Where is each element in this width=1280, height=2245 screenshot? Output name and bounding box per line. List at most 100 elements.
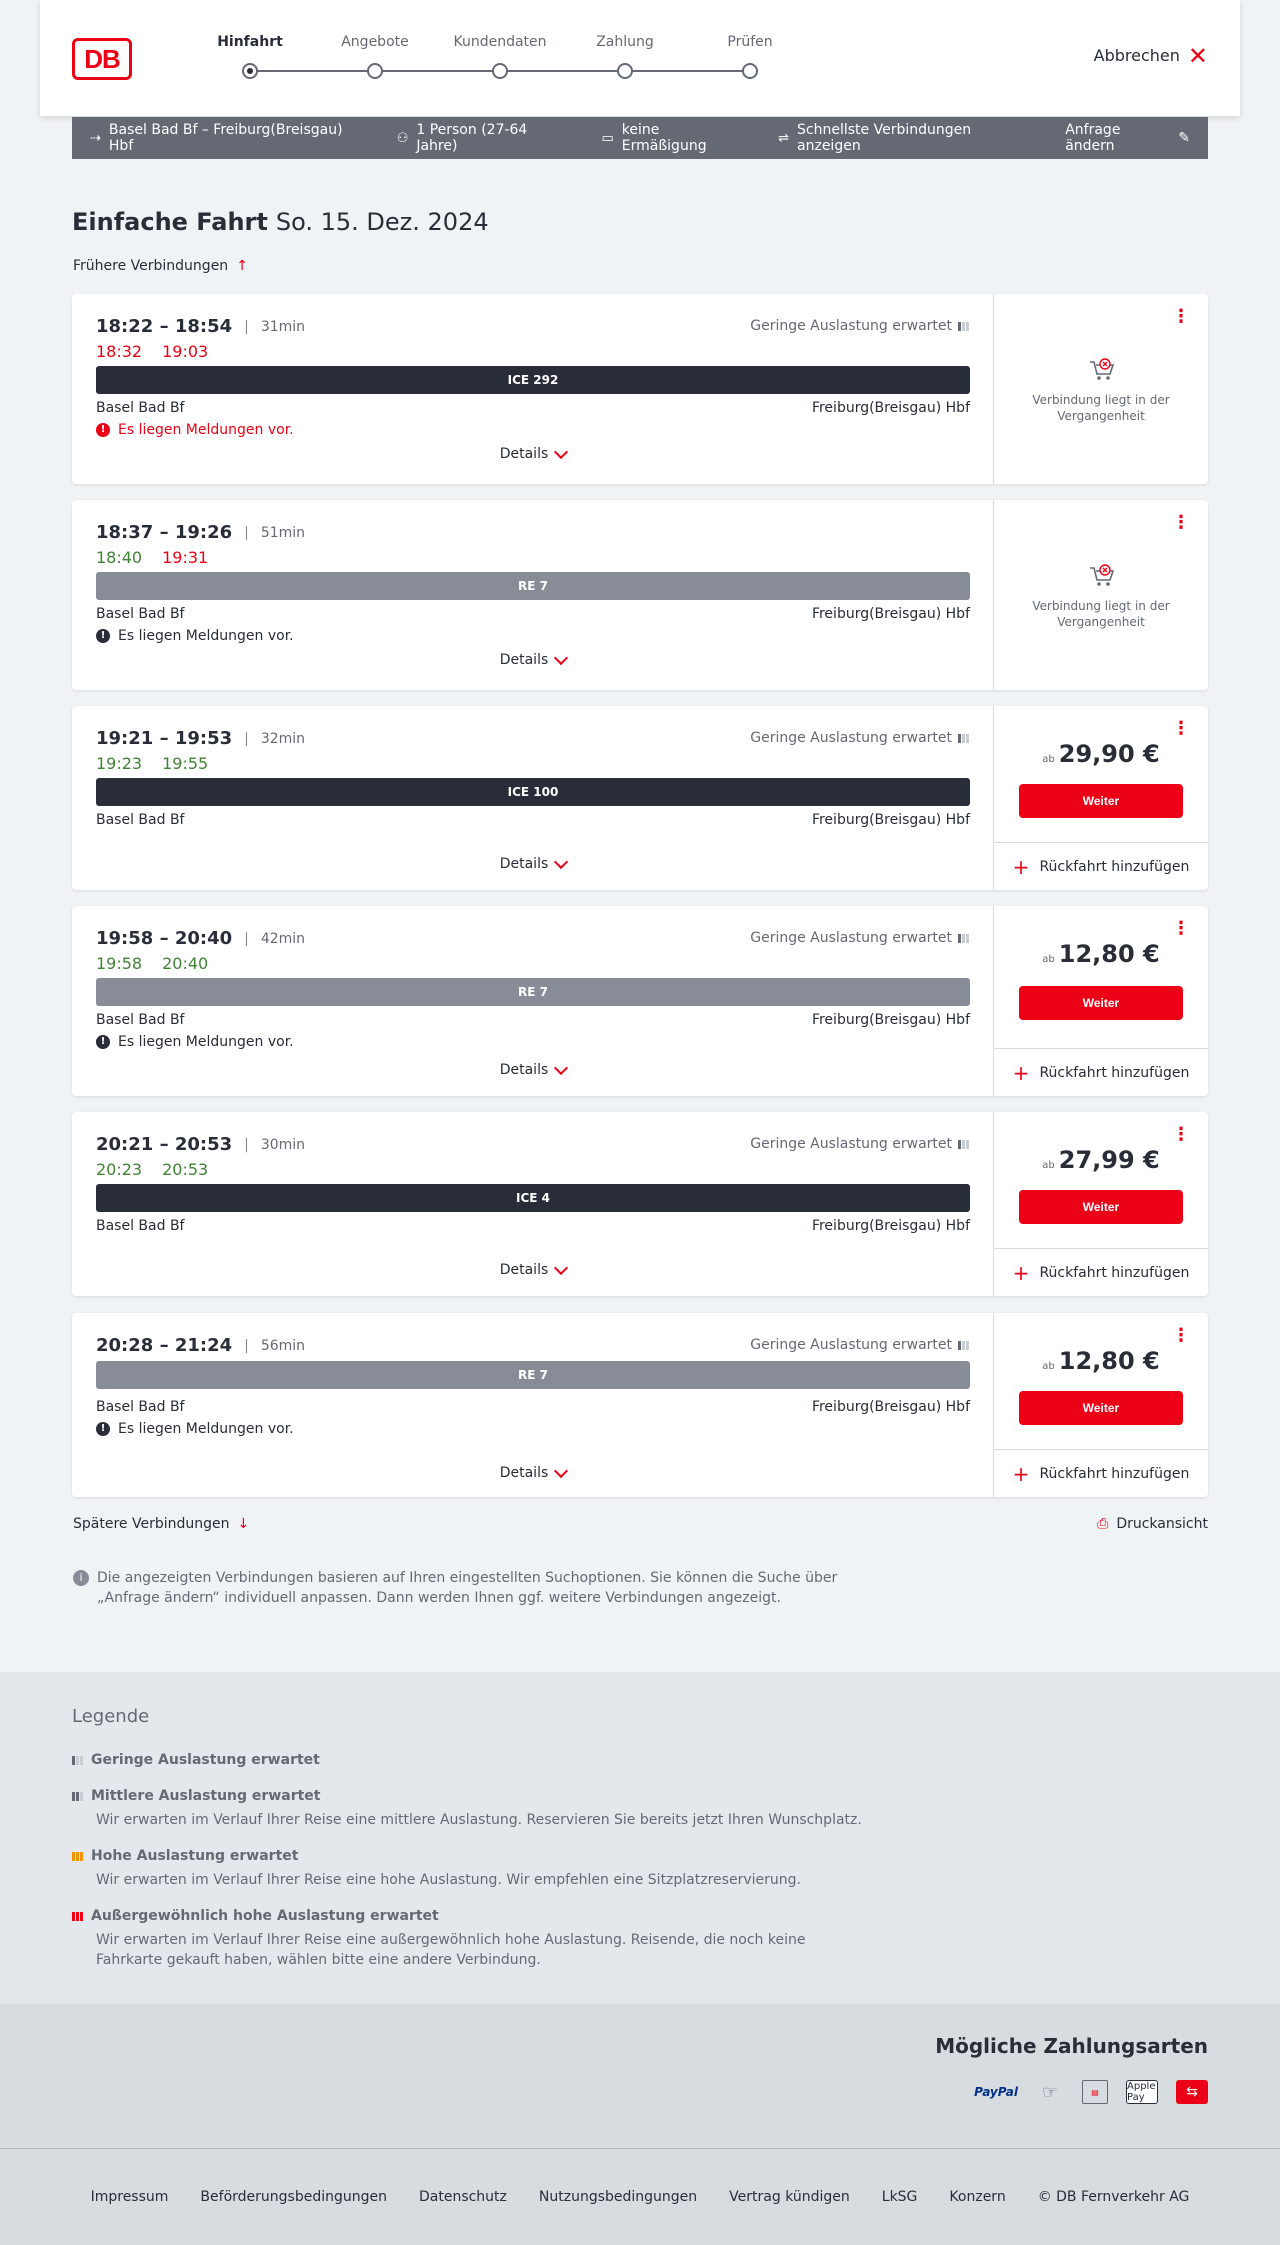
arrival-station: Freiburg(Breisgau) Hbf [811, 1399, 970, 1415]
occupancy-high-icon [72, 1851, 83, 1861]
footer-link-nutzungsbedingungen[interactable]: Nutzungsbedingungen [539, 2189, 697, 2205]
header: DB Hinfahrt Angebote Kundendaten Zahlung… [40, 0, 1240, 116]
db-logo[interactable]: DB [72, 38, 132, 80]
query-route: ⇢ Basel Bad Bf – Freiburg(Breisgau) Hbf [90, 122, 363, 154]
payments-title: Mögliche Zahlungsarten [935, 2034, 1208, 2058]
continue-button[interactable]: Weiter [1019, 986, 1183, 1020]
occupancy-label: Geringe Auslastung erwartet [750, 1337, 952, 1353]
cart-past-icon [1090, 358, 1115, 380]
details-toggle[interactable]: Details [72, 650, 994, 668]
step-kundendaten: Kundendaten [450, 34, 550, 79]
legend-item: Hohe Auslastung erwartet Wir erwarten im … [72, 1848, 872, 1890]
planned-times: 20:28 – 21:24 [96, 1335, 233, 1356]
occupancy-label: Geringe Auslastung erwartet [750, 318, 952, 334]
connection-info: 19:58 – 20:40 | 42min 19:58 20:40 Geringe A… [72, 906, 994, 1096]
step-pruefen: Prüfen [700, 34, 800, 79]
arrival-station: Freiburg(Breisgau) Hbf [811, 1218, 970, 1234]
payment-logos: PayPal ☞ ▤ Apple Pay ⇆ [974, 2080, 1208, 2104]
sepa-icon: ▤ [1082, 2080, 1108, 2104]
more-options-icon[interactable]: ⋮ [1172, 720, 1190, 738]
price: ab 12,80 € [994, 1347, 1208, 1375]
connection-card: 20:28 – 21:24 | 56min Geringe Auslastung e… [72, 1313, 1208, 1497]
train-bar: RE 7 [96, 1361, 970, 1389]
chevron-down-icon [554, 1060, 569, 1075]
separator: | [244, 318, 249, 335]
more-options-icon[interactable]: ⋮ [1172, 308, 1190, 326]
connection-card: 20:21 – 20:53 | 30min 20:23 20:53 Geringe A… [72, 1112, 1208, 1296]
edit-query-button[interactable]: Anfrage ändern ✎ [1065, 122, 1190, 154]
add-return-trip-button[interactable]: + Rückfahrt hinzufügen [994, 1449, 1208, 1497]
footer-link-befoerderungsbedingungen[interactable]: Beförderungsbedingungen [200, 2189, 387, 2205]
details-toggle[interactable]: Details [72, 1060, 994, 1078]
details-label: Details [499, 1262, 549, 1278]
step-dot [242, 63, 258, 79]
duration: 31min [260, 318, 306, 335]
connection-info: 20:28 – 21:24 | 56min Geringe Auslastung e… [72, 1313, 994, 1497]
query-fastest-label: Schnellste Verbindungen anzeigen [797, 122, 972, 154]
details-toggle[interactable]: Details [72, 1463, 994, 1481]
more-options-icon[interactable]: ⋮ [1172, 514, 1190, 532]
earlier-connections-link[interactable]: Frühere Verbindungen ↑ [73, 258, 248, 274]
edit-query-label: Anfrage ändern [1065, 122, 1121, 154]
departure-station: Basel Bad Bf [96, 1218, 185, 1234]
legend-item: Mittlere Auslastung erwartet Wir erwarten… [72, 1788, 872, 1830]
stations: Basel Bad Bf Freiburg(Breisgau) Hbf [96, 812, 970, 828]
footer-link-datenschutz[interactable]: Datenschutz [419, 2189, 507, 2205]
query-discount-label: keine Ermäßigung [621, 122, 707, 154]
details-toggle[interactable]: Details [72, 444, 994, 462]
details-label: Details [499, 446, 549, 462]
earlier-label: Frühere Verbindungen [73, 258, 229, 274]
occupancy-indicator: Geringe Auslastung erwartet [750, 730, 969, 746]
legend-item-title: Außergewöhnlich hohe Auslastung erwartet [91, 1908, 439, 1924]
step-label: Angebote [341, 34, 409, 50]
planned-times: 19:58 – 20:40 [96, 928, 233, 949]
details-toggle[interactable]: Details [72, 1260, 994, 1278]
later-connections-link[interactable]: Spätere Verbindungen ↓ [73, 1516, 249, 1532]
stations: Basel Bad Bf Freiburg(Breisgau) Hbf [96, 400, 970, 416]
continue-button[interactable]: Weiter [1019, 1190, 1183, 1224]
return-trip-label: Rückfahrt hinzufügen [1039, 1465, 1190, 1482]
step-dot [492, 63, 508, 79]
price-value: 12,80 € [1058, 940, 1160, 968]
footer-link-lksg[interactable]: LkSG [882, 2189, 918, 2205]
footer-link-konzern[interactable]: Konzern [949, 2189, 1005, 2205]
cancel-button[interactable]: Abbrechen ✕ [1094, 44, 1208, 68]
stations: Basel Bad Bf Freiburg(Breisgau) Hbf [96, 1399, 970, 1415]
step-hinfahrt: Hinfahrt [200, 34, 300, 79]
continue-button[interactable]: Weiter [1019, 784, 1183, 818]
step-label: Hinfahrt [217, 34, 283, 50]
more-options-icon[interactable]: ⋮ [1172, 1327, 1190, 1345]
planned-times: 18:37 – 19:26 [96, 522, 233, 543]
arrival-station: Freiburg(Breisgau) Hbf [811, 400, 970, 416]
query-discount: ▭ keine Ermäßigung [601, 122, 744, 154]
return-trip-label: Rückfahrt hinzufügen [1039, 1264, 1190, 1281]
contactless-icon: ☞ [1041, 2081, 1059, 2103]
price: ab 27,99 € [994, 1146, 1208, 1174]
footer-link-impressum[interactable]: Impressum [91, 2189, 169, 2205]
offer-panel: ⋮ ab 29,90 € Weiter + Rückfahrt hinzufügen [994, 706, 1208, 890]
connection-times: 19:58 – 20:40 | 42min [96, 928, 305, 949]
step-label: Zahlung [596, 34, 654, 50]
add-return-trip-button[interactable]: + Rückfahrt hinzufügen [994, 1048, 1208, 1096]
duration: 42min [260, 930, 306, 947]
step-dot [742, 63, 758, 79]
train-bar: ICE 292 [96, 366, 970, 394]
realtime-arrival: 19:55 [162, 754, 209, 773]
arrival-station: Freiburg(Breisgau) Hbf [811, 606, 970, 622]
step-angebote: Angebote [325, 34, 425, 79]
footer-link-vertrag-kuendigen[interactable]: Vertrag kündigen [729, 2189, 850, 2205]
progress-stepper: Hinfahrt Angebote Kundendaten Zahlung Pr… [210, 34, 773, 84]
print-view-link[interactable]: ⎙ Druckansicht [1097, 1516, 1208, 1532]
details-label: Details [499, 652, 549, 668]
person-icon: ⚇ [396, 130, 409, 146]
add-return-trip-button[interactable]: + Rückfahrt hinzufügen [994, 842, 1208, 890]
separator: | [244, 1136, 249, 1153]
more-options-icon[interactable]: ⋮ [1172, 920, 1190, 938]
train-bar: ICE 4 [96, 1184, 970, 1212]
continue-button[interactable]: Weiter [1019, 1391, 1183, 1425]
realtime-arrival: 19:31 [162, 548, 209, 567]
details-toggle[interactable]: Details [72, 854, 994, 872]
realtime-times: 18:40 19:31 [96, 548, 208, 567]
add-return-trip-button[interactable]: + Rückfahrt hinzufügen [994, 1248, 1208, 1296]
more-options-icon[interactable]: ⋮ [1172, 1126, 1190, 1144]
